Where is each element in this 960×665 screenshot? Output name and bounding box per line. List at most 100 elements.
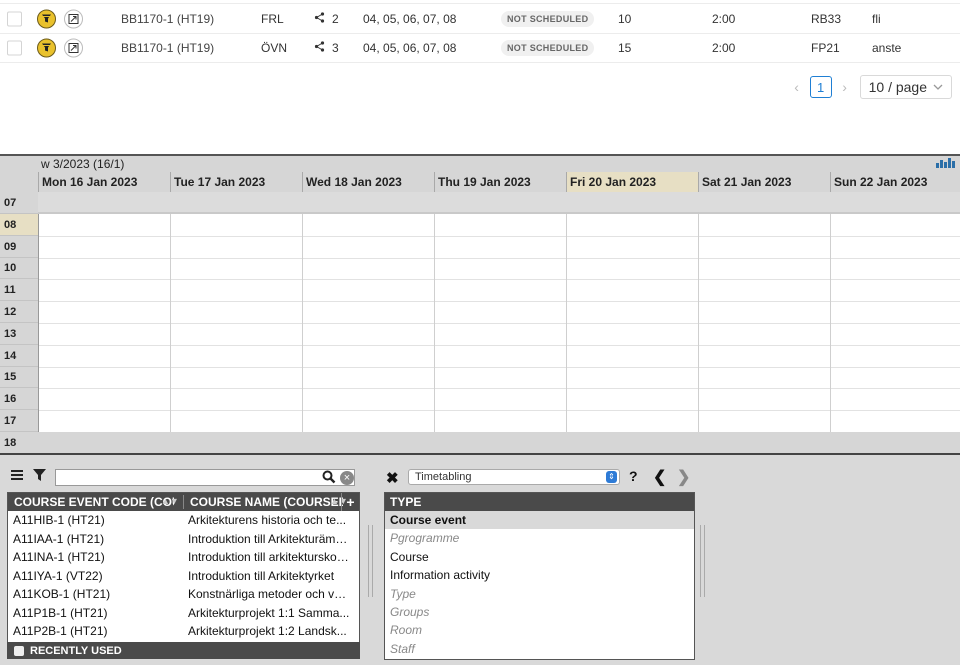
note: anste (872, 41, 902, 55)
column-header-code[interactable]: COURSE EVENT CODE (COURS... (14, 495, 174, 509)
reservation-table: BB1170-1 (HT19) FRL 2 04, 05, 06, 07, 08 NOT… (0, 0, 960, 63)
day-header[interactable]: Fri 20 Jan 2023 (566, 172, 698, 192)
hour-label: 16 (0, 388, 38, 411)
activity-type: FRL (261, 11, 284, 26)
share-count: 2 (332, 11, 339, 26)
hour-label: 08 (0, 213, 38, 236)
list-item[interactable]: A11P1B-1 (HT21) Arkitekturprojekt 1:1 Sam… (8, 604, 359, 623)
share-count: 3 (332, 41, 339, 55)
select-caret-icon: ⇕ (606, 471, 617, 483)
hour-label: 07 (0, 192, 38, 214)
recently-used-toggle[interactable]: RECENTLY USED (7, 642, 360, 659)
close-icon[interactable]: ✖ (386, 469, 404, 487)
calendar-day-headers: Mon 16 Jan 2023 Tue 17 Jan 2023 Wed 18 Jan… (38, 172, 960, 192)
panel-splitter[interactable] (700, 525, 705, 597)
page-size-label: 10 / page (868, 79, 927, 95)
grid-line (39, 410, 960, 412)
export-icon[interactable] (64, 9, 83, 28)
calendar-hour-labels: 07 08 09 10 11 12 13 14 15 16 17 18 (0, 192, 38, 454)
calendar-grid[interactable] (38, 214, 960, 432)
list-item[interactable]: A11IAA-1 (HT21) Introduktion till Arkitek… (8, 530, 359, 549)
hour-label: 13 (0, 323, 38, 345)
grid-line (39, 279, 960, 281)
note: fli (872, 11, 881, 26)
page-size-select[interactable]: 10 / page (859, 75, 952, 99)
hour-label: 12 (0, 301, 38, 323)
type-item[interactable]: Pgrogramme (385, 529, 694, 547)
type-item[interactable]: Groups (385, 603, 694, 621)
panel-splitter[interactable] (368, 525, 373, 597)
bar-chart-icon[interactable] (936, 158, 955, 168)
course-event-code: A11IYA-1 (VT22) (13, 568, 103, 583)
hour-label: 17 (0, 410, 38, 432)
type-item[interactable]: Course (385, 548, 694, 566)
recently-used-label: RECENTLY USED (30, 644, 122, 657)
week-label: w 3/2023 (16/1) (41, 157, 125, 171)
list-item[interactable]: A11KOB-1 (HT21) Konstnärliga metoder och … (8, 585, 359, 604)
back-arrow-icon[interactable]: ❮ (653, 467, 666, 487)
weeks: 04, 05, 06, 07, 08 (363, 41, 457, 55)
participant-count: 10 (618, 11, 632, 26)
list-item[interactable]: A11HIB-1 (HT21) Arkitekturens historia oc… (8, 511, 359, 530)
view-select[interactable]: Timetabling ⇕ (408, 469, 620, 485)
duration: 2:00 (712, 41, 736, 55)
column-header-name[interactable]: COURSE NAME (COURSEEVT... (183, 495, 343, 509)
pagination: ‹ 1 › 10 / page (790, 75, 952, 99)
forward-arrow-icon[interactable]: ❯ (677, 467, 690, 487)
grid-line (39, 301, 960, 303)
search-input[interactable] (55, 469, 355, 486)
course-event-code: A11P1B-1 (HT21) (13, 605, 108, 620)
row-checkbox[interactable] (7, 11, 22, 26)
course-event-code: A11KOB-1 (HT21) (13, 587, 111, 601)
type-item[interactable]: Course event (385, 511, 694, 530)
chevron-right-icon[interactable]: › (838, 79, 852, 95)
room: FP21 (811, 41, 840, 55)
filter-icon[interactable] (37, 38, 56, 58)
menu-icon[interactable] (10, 468, 24, 482)
course-event-list: COURSE EVENT CODE (COURS... ▲▼ COURSE NA… (7, 492, 360, 652)
room: RB33 (811, 11, 842, 26)
course-event-code: BB1170-1 (HT19) (121, 41, 215, 55)
type-item[interactable]: Room (385, 621, 694, 639)
day-header[interactable]: Sun 22 Jan 2023 (830, 172, 960, 192)
day-header[interactable]: Mon 16 Jan 2023 (38, 172, 170, 192)
day-header[interactable]: Sat 21 Jan 2023 (698, 172, 830, 192)
row-checkbox[interactable] (7, 40, 22, 56)
day-header[interactable]: Thu 19 Jan 2023 (434, 172, 566, 192)
filter-icon[interactable] (32, 468, 46, 482)
list-item[interactable]: A11IYA-1 (VT22) Introduktion till Arkitek… (8, 567, 359, 586)
grid-line (39, 388, 960, 390)
table-row[interactable]: BB1170-1 (HT19) FRL 2 04, 05, 06, 07, 08 NOT… (0, 3, 960, 34)
grid-line (39, 344, 960, 346)
filter-icon[interactable] (37, 9, 56, 28)
chevron-left-icon[interactable]: ‹ (790, 79, 804, 95)
type-item[interactable]: Staff (385, 640, 694, 658)
type-item[interactable]: Information activity (385, 566, 694, 584)
help-icon[interactable]: ? (629, 468, 638, 484)
clear-icon[interactable]: × (340, 471, 354, 485)
search-icon[interactable] (322, 470, 336, 487)
activity-type: ÖVN (261, 41, 288, 55)
type-list-header: TYPE (385, 493, 694, 511)
export-icon[interactable] (64, 38, 83, 58)
grid-line (698, 214, 699, 432)
list-item[interactable]: A11INA-1 (HT21) Introduktion till arkitek… (8, 548, 359, 567)
add-column-button[interactable]: + (341, 493, 359, 511)
grid-line (39, 366, 960, 368)
share-icon[interactable] (314, 41, 325, 55)
chevron-down-icon (933, 84, 943, 90)
share-icon[interactable] (314, 11, 325, 26)
hour-label: 11 (0, 279, 38, 302)
type-item[interactable]: Type (385, 585, 694, 603)
page-button-current[interactable]: 1 (809, 76, 832, 98)
day-header[interactable]: Tue 17 Jan 2023 (170, 172, 302, 192)
view-select-value: Timetabling (415, 471, 472, 483)
table-row[interactable]: BB1170-1 (HT19) ÖVN 3 04, 05, 06, 07, 08 NOT… (0, 34, 960, 63)
sort-icon[interactable]: ▲▼ (161, 496, 179, 506)
course-event-code: A11INA-1 (HT21) (13, 550, 105, 564)
recently-used-checkbox[interactable] (14, 645, 24, 656)
status-badge: NOT SCHEDULED (501, 40, 595, 56)
day-header[interactable]: Wed 18 Jan 2023 (302, 172, 434, 192)
list-item[interactable]: A11P2B-1 (HT21) Arkitekturprojekt 1:2 Lan… (8, 622, 359, 641)
course-name: Arkitekturens historia och te... (188, 513, 347, 527)
